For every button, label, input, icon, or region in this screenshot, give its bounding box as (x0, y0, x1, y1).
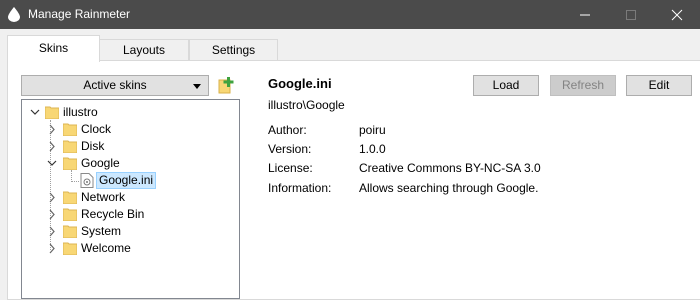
folder-icon (63, 225, 77, 238)
tree-item-welcome[interactable]: Welcome (47, 240, 237, 257)
chevron-right-icon[interactable] (47, 240, 57, 257)
tree-item-label: Welcome (81, 241, 131, 255)
information-value: Allows searching through Google. (359, 181, 539, 195)
tab-skins[interactable]: Skins (7, 35, 100, 62)
information-label: Information: (268, 181, 332, 195)
license-value: Creative Commons BY-NC-SA 3.0 (359, 161, 541, 175)
chevron-down-icon (193, 84, 201, 89)
chevron-right-icon[interactable] (47, 206, 57, 223)
folder-icon (63, 242, 77, 255)
tree-item-recycle-bin[interactable]: Recycle Bin (47, 206, 237, 223)
title-bar: Manage Rainmeter (0, 0, 700, 29)
tree-item-clock[interactable]: Clock (47, 121, 237, 138)
close-icon (671, 9, 683, 21)
active-skins-label: Active skins (83, 78, 147, 92)
chevron-right-icon[interactable] (47, 138, 57, 155)
chevron-down-icon[interactable] (47, 155, 57, 172)
tree-item-google[interactable]: Google (47, 155, 237, 172)
tree-item-label: System (81, 224, 122, 238)
tab-settings[interactable]: Settings (189, 39, 278, 61)
minimize-button[interactable] (562, 0, 608, 29)
tree-connector (71, 181, 79, 182)
chevron-right-icon[interactable] (47, 189, 57, 206)
add-skin-icon[interactable] (218, 76, 236, 94)
folder-icon (45, 106, 59, 119)
skin-path: illustro\Google (268, 98, 345, 112)
author-value: poiru (359, 123, 386, 137)
tree-item-label: Google (81, 156, 120, 170)
minimize-icon (580, 14, 590, 16)
tab-bar: Skins Layouts Settings (0, 29, 700, 62)
window-title: Manage Rainmeter (28, 7, 131, 21)
chevron-down-icon[interactable] (30, 104, 40, 121)
author-label: Author: (268, 123, 307, 137)
active-skins-dropdown[interactable]: Active skins (21, 75, 209, 96)
rainmeter-drop-icon (8, 7, 20, 22)
chevron-right-icon[interactable] (47, 121, 57, 138)
maximize-button[interactable] (608, 0, 654, 29)
tree-item-label: Disk (81, 139, 105, 153)
tree-item-label: Network (81, 190, 126, 204)
tree-item-system[interactable]: System (47, 223, 237, 240)
folder-icon (63, 123, 77, 136)
skins-tree[interactable]: illustro Clock Disk Google Google.ini Ne… (21, 99, 240, 299)
load-button[interactable]: Load (473, 75, 539, 96)
edit-button[interactable]: Edit (626, 75, 692, 96)
tree-item-label: Google.ini (96, 172, 157, 189)
license-label: License: (268, 161, 313, 175)
skin-file-icon (80, 173, 94, 188)
version-label: Version: (268, 142, 312, 156)
tree-item-network[interactable]: Network (47, 189, 237, 206)
chevron-right-icon[interactable] (47, 223, 57, 240)
folder-icon (63, 157, 77, 170)
folder-icon (63, 191, 77, 204)
folder-icon (63, 208, 77, 221)
tree-item-label: illustro (63, 105, 98, 119)
refresh-button[interactable]: Refresh (550, 75, 616, 96)
tree-item-label: Recycle Bin (81, 207, 145, 221)
tree-item-google-ini[interactable]: Google.ini (70, 172, 220, 189)
tree-item-disk[interactable]: Disk (47, 138, 237, 155)
folder-icon (63, 140, 77, 153)
version-value: 1.0.0 (359, 142, 386, 156)
skin-file-name: Google.ini (268, 76, 332, 91)
tab-layouts[interactable]: Layouts (99, 39, 189, 61)
tree-item-illustro[interactable]: illustro (30, 104, 230, 121)
close-button[interactable] (654, 0, 700, 29)
tree-item-label: Clock (81, 122, 112, 136)
maximize-icon (626, 10, 636, 20)
